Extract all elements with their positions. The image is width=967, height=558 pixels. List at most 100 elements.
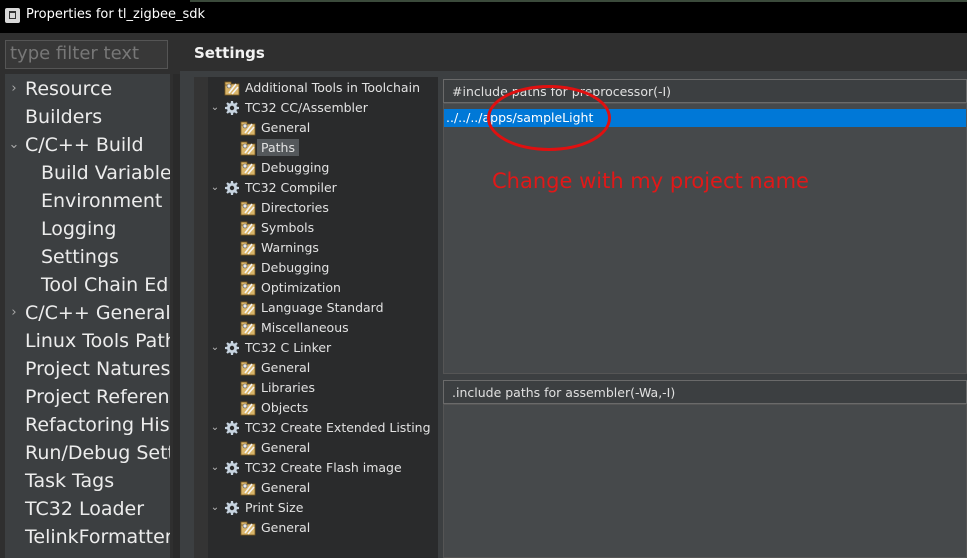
nav-item[interactable]: C/C++ Build: [25, 131, 144, 159]
tree-item-label: TC32 CC/Assembler: [245, 100, 368, 115]
nav-item[interactable]: Logging: [41, 215, 116, 243]
option-item[interactable]: Libraries: [261, 378, 315, 398]
nav-item[interactable]: Run/Debug Settings: [25, 439, 170, 467]
tree-item-label: Debugging: [261, 260, 330, 275]
collapse-arrow-icon[interactable]: ⌄: [209, 338, 221, 358]
option-category-icon: [240, 300, 256, 316]
tree-item-label: TC32 Create Extended Listing: [245, 420, 431, 435]
nav-item[interactable]: Build Variables: [41, 159, 170, 187]
tool-item[interactable]: TC32 C Linker: [245, 338, 331, 358]
expand-arrow-icon[interactable]: ›: [7, 75, 21, 103]
option-category-icon: [240, 400, 256, 416]
tool-item[interactable]: TC32 Create Extended Listing: [245, 418, 431, 438]
option-category-icon: [240, 320, 256, 336]
tool-gear-icon: [224, 100, 240, 116]
tool-gear-icon: [224, 460, 240, 476]
option-item[interactable]: Optimization: [261, 278, 341, 298]
settings-header: Settings: [180, 33, 967, 71]
option-category-icon: [240, 380, 256, 396]
title-bar: Properties for tl_zigbee_sdk: [0, 0, 967, 33]
expand-arrow-icon[interactable]: ›: [7, 299, 21, 327]
collapse-arrow-icon[interactable]: ⌄: [209, 98, 221, 118]
nav-item[interactable]: Environment: [41, 187, 162, 215]
tool-item[interactable]: TC32 CC/Assembler: [245, 98, 368, 118]
filter-input[interactable]: type filter text: [5, 40, 168, 69]
option-item[interactable]: Debugging: [261, 258, 329, 278]
nav-item[interactable]: Tool Chain Editor: [41, 271, 170, 299]
tree-item-label: Miscellaneous: [261, 320, 349, 335]
tree-item-label: Symbols: [261, 220, 315, 235]
annotation-text: Change with my project name: [492, 169, 809, 193]
tree-item-label: TC32 Create Flash image: [245, 460, 402, 475]
option-category-icon: [240, 240, 256, 256]
app-icon: [5, 8, 20, 23]
option-category-icon: [240, 440, 256, 456]
tool-item[interactable]: TC32 Create Flash image: [245, 458, 402, 478]
nav-item[interactable]: Task Tags: [25, 467, 114, 495]
tool-item[interactable]: Print Size: [245, 498, 303, 518]
option-item[interactable]: Symbols: [261, 218, 314, 238]
assembler-paths-header-label: .include paths for assembler(-Wa,-I): [452, 385, 676, 400]
option-category-icon: [240, 260, 256, 276]
nav-item[interactable]: Project References: [25, 383, 170, 411]
nav-item[interactable]: Project Natures: [25, 355, 170, 383]
option-category-icon: [224, 80, 240, 96]
option-item[interactable]: General: [261, 438, 310, 458]
option-category-icon: [240, 220, 256, 236]
tool-gear-icon: [224, 500, 240, 516]
nav-item[interactable]: Builders: [25, 103, 102, 131]
nav-item[interactable]: C/C++ General: [25, 299, 170, 327]
collapse-arrow-icon[interactable]: ⌄: [209, 498, 221, 518]
option-item[interactable]: General: [261, 478, 310, 498]
nav-item[interactable]: TC32 Loader: [25, 495, 144, 523]
tree-item-label: Print Size: [245, 500, 304, 515]
tree-item-label: Additional Tools in Toolchain: [245, 80, 420, 95]
collapse-arrow-icon[interactable]: ⌄: [209, 458, 221, 478]
title-bar-strip: [190, 0, 967, 2]
nav-item[interactable]: Linux Tools Path: [25, 327, 170, 355]
tree-item-label: General: [261, 120, 311, 135]
nav-item[interactable]: Refactoring History: [25, 411, 170, 439]
collapse-arrow-icon[interactable]: ⌄: [209, 178, 221, 198]
option-item[interactable]: Paths: [257, 138, 299, 158]
option-category-icon: [240, 200, 256, 216]
option-category-icon: [240, 160, 256, 176]
tool-gear-icon: [224, 180, 240, 196]
tree-item-label: Language Standard: [261, 300, 384, 315]
tree-item-label: Libraries: [261, 380, 315, 395]
option-item[interactable]: General: [261, 118, 310, 138]
option-category-icon: [240, 280, 256, 296]
tree-item-label: Optimization: [261, 280, 341, 295]
option-item[interactable]: Objects: [261, 398, 308, 418]
expand-arrow-icon[interactable]: ⌄: [7, 131, 21, 159]
option-item[interactable]: Debugging: [261, 158, 329, 178]
tree-item-label: General: [261, 440, 311, 455]
tree-item-label: Debugging: [261, 160, 330, 175]
nav-item[interactable]: Settings: [41, 243, 119, 271]
option-item[interactable]: General: [261, 358, 310, 378]
settings-title: Settings: [194, 44, 265, 62]
annotation-circle: [487, 85, 611, 151]
tool-settings-tree: Additional Tools in Toolchain ⌄ TC32 CC/As…: [208, 77, 438, 558]
tree-item-label: Warnings: [261, 240, 319, 255]
option-item[interactable]: General: [261, 518, 310, 538]
option-item[interactable]: Miscellaneous: [261, 318, 349, 338]
option-item[interactable]: Language Standard: [261, 298, 384, 318]
tool-gear-icon: [224, 420, 240, 436]
window-title: Properties for tl_zigbee_sdk: [26, 7, 206, 22]
option-item[interactable]: Directories: [261, 198, 329, 218]
option-category-icon: [240, 520, 256, 536]
nav-scrollbar[interactable]: [173, 74, 180, 558]
tree-item-label: TC32 Compiler: [245, 180, 337, 195]
left-column: type filter text › Resource Builders ⌄ C/C++…: [0, 33, 180, 558]
assembler-paths-list[interactable]: [443, 404, 967, 558]
nav-item[interactable]: Resource: [25, 75, 112, 103]
tool-item[interactable]: TC32 Compiler: [245, 178, 337, 198]
tree-item-label: Directories: [261, 200, 329, 215]
collapse-arrow-icon[interactable]: ⌄: [209, 418, 221, 438]
nav-item[interactable]: TelinkFormatter: [25, 523, 170, 551]
option-item[interactable]: Warnings: [261, 238, 319, 258]
tool-gear-icon: [224, 340, 240, 356]
option-item[interactable]: Additional Tools in Toolchain: [245, 78, 420, 98]
option-category-icon: [240, 360, 256, 376]
